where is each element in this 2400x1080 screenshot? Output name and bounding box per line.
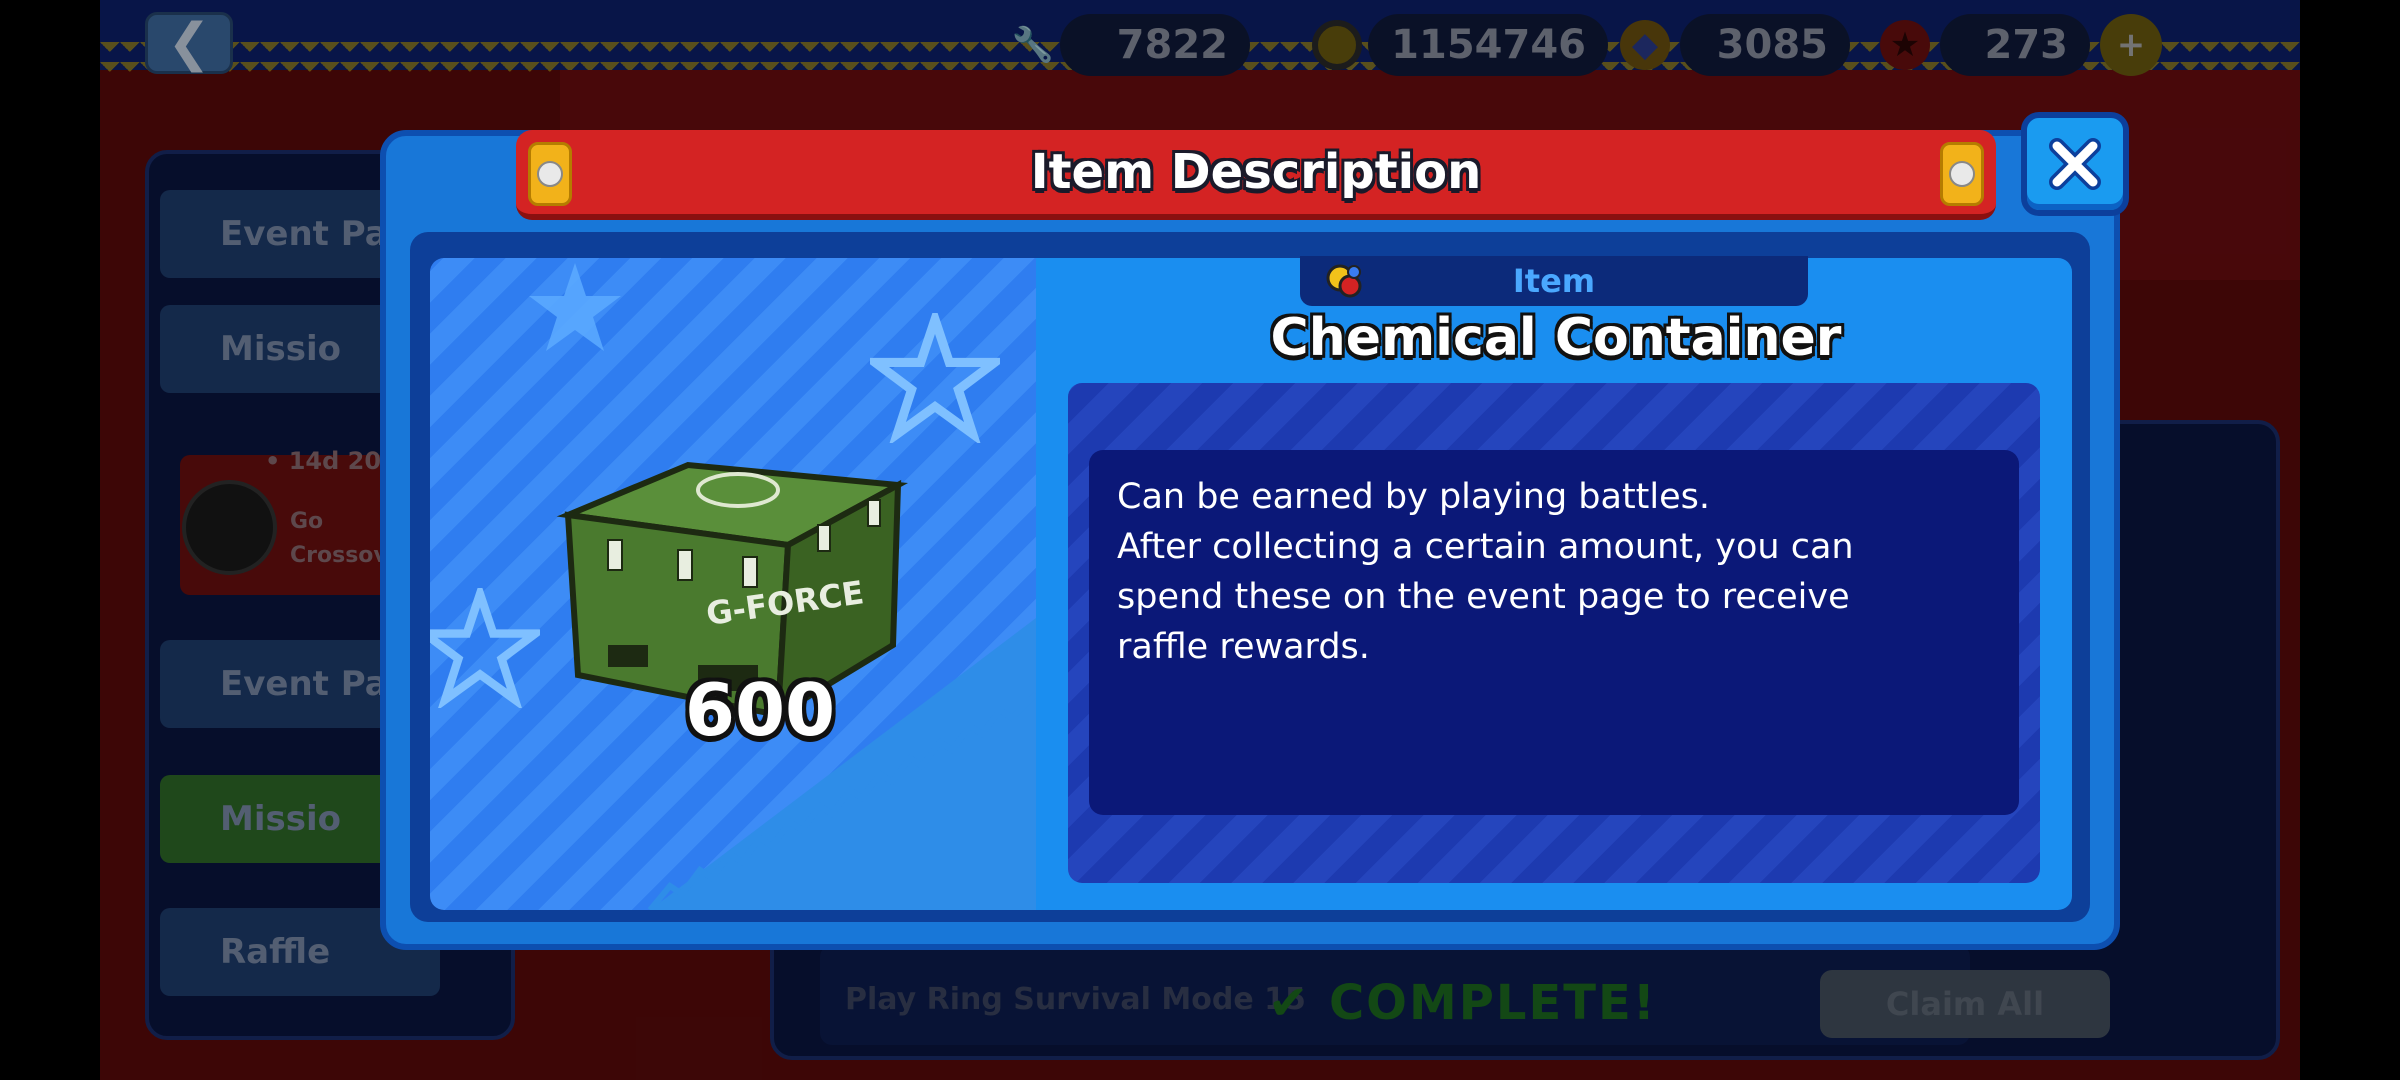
item-name: Chemical Container (1270, 308, 1842, 368)
item-category-label: Item (1512, 262, 1596, 300)
close-button[interactable] (2021, 112, 2129, 216)
close-icon (2049, 138, 2101, 190)
star-outline-icon (430, 588, 540, 708)
dialog-header: Item Description (516, 130, 1996, 220)
dialog-title: Item Description (1030, 144, 1482, 200)
item-description-text: Can be earned by playing battles. After … (1117, 477, 1854, 667)
description-box: Can be earned by playing battles. After … (1089, 450, 2019, 815)
star-outline-icon (870, 313, 1000, 443)
item-category-bar: Item (1300, 256, 1808, 306)
item-category-icon (1326, 264, 1362, 298)
star-icon (529, 263, 621, 351)
bolt-icon (1940, 142, 1984, 206)
bolt-icon (528, 142, 572, 206)
item-count: 600 (684, 668, 836, 752)
